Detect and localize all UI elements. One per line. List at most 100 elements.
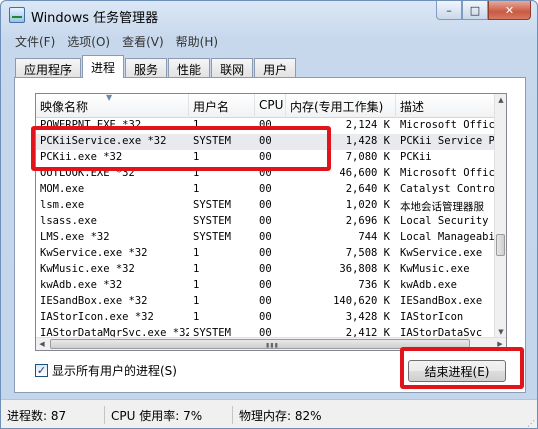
cell-description: Local Security bbox=[400, 215, 489, 227]
tab-processes[interactable]: 进程 bbox=[82, 55, 125, 78]
table-row[interactable]: IESandBox.exe *32 1 00 140,620 K IESandBox.e… bbox=[36, 294, 496, 310]
vertical-scroll-thumb[interactable] bbox=[496, 234, 505, 256]
cell-cpu: 00 bbox=[259, 199, 272, 211]
status-process-count: 进程数: 87 bbox=[1, 406, 105, 424]
menu-help[interactable]: 帮助(H) bbox=[170, 31, 224, 51]
tab-services[interactable]: 服务 bbox=[125, 58, 168, 78]
cell-user-name: 1 bbox=[193, 311, 200, 323]
scroll-up-icon[interactable]: ▲ bbox=[495, 94, 506, 106]
column-cpu[interactable]: CPU bbox=[255, 94, 286, 118]
status-cpu-usage: CPU 使用率: 7% bbox=[105, 406, 233, 424]
table-row[interactable]: MOM.exe 1 00 2,640 K Catalyst Contro bbox=[36, 182, 496, 198]
cell-memory: 2,696 K bbox=[345, 215, 390, 227]
cell-user-name: 1 bbox=[193, 279, 200, 291]
cell-cpu: 00 bbox=[259, 311, 272, 323]
cell-description: PCKii bbox=[400, 151, 432, 163]
table-row[interactable]: KwMusic.exe *32 1 00 36,808 K KwMusic.exe bbox=[36, 262, 496, 278]
task-manager-window: Windows 任务管理器 – □ ✕ 文件(F) 选项(O) 查看(V) 帮助… bbox=[0, 0, 538, 429]
table-row[interactable]: IAStorIcon.exe *32 1 00 3,428 K IAStorIcon bbox=[36, 310, 496, 326]
vertical-scrollbar[interactable]: ▲ ▼ bbox=[494, 94, 506, 338]
tab-applications[interactable]: 应用程序 bbox=[15, 58, 82, 78]
menu-options[interactable]: 选项(O) bbox=[61, 31, 116, 51]
column-image-name-label: 映像名称 bbox=[40, 100, 89, 114]
cell-memory: 1,020 K bbox=[345, 199, 390, 211]
cell-cpu: 00 bbox=[259, 231, 272, 243]
cell-image-name: KwService.exe *32 bbox=[40, 247, 148, 259]
status-bar: 进程数: 87 CPU 使用率: 7% 物理内存: 82% ⋰ bbox=[1, 399, 537, 428]
maximize-button[interactable]: □ bbox=[462, 1, 488, 20]
sort-arrow-icon: ▼ bbox=[106, 94, 113, 102]
tab-users[interactable]: 用户 bbox=[254, 58, 297, 78]
window-title: Windows 任务管理器 bbox=[31, 11, 159, 26]
cell-user-name: 1 bbox=[193, 247, 200, 259]
menu-file[interactable]: 文件(F) bbox=[9, 31, 61, 51]
cell-description: Microsoft Offic bbox=[400, 119, 495, 131]
table-row[interactable]: KwService.exe *32 1 00 7,508 K KwService.exe bbox=[36, 246, 496, 262]
cell-description: IESandBox.exe bbox=[400, 295, 483, 307]
cell-image-name: kwAdb.exe *32 bbox=[40, 279, 123, 291]
cell-description: Catalyst Contro bbox=[400, 183, 495, 195]
scroll-left-icon[interactable]: ◀ bbox=[36, 338, 48, 350]
column-user-name[interactable]: 用户名 bbox=[189, 94, 255, 118]
cell-user-name: 1 bbox=[193, 263, 200, 275]
table-row[interactable]: lsm.exe SYSTEM 00 1,020 K 本地会话管理器服 bbox=[36, 198, 496, 214]
window-controls: – □ ✕ bbox=[436, 1, 531, 21]
tab-strip: 应用程序 进程 服务 性能 联网 用户 bbox=[15, 55, 297, 78]
cell-cpu: 00 bbox=[259, 263, 272, 275]
minimize-button[interactable]: – bbox=[436, 1, 462, 20]
cell-image-name: IAStorIcon.exe *32 bbox=[40, 311, 154, 323]
menu-view[interactable]: 查看(V) bbox=[116, 31, 170, 51]
task-manager-icon bbox=[9, 7, 25, 23]
tab-networking[interactable]: 联网 bbox=[211, 58, 254, 78]
cell-image-name: lsm.exe bbox=[40, 199, 85, 211]
show-all-users-checkbox[interactable]: ✓ bbox=[35, 364, 48, 377]
cell-image-name: lsass.exe bbox=[40, 215, 97, 227]
cell-memory: 736 K bbox=[358, 279, 390, 291]
cell-memory: 140,620 K bbox=[333, 295, 390, 307]
cell-user-name: SYSTEM bbox=[193, 215, 231, 227]
cell-cpu: 00 bbox=[259, 247, 272, 259]
cell-image-name: KwMusic.exe *32 bbox=[40, 263, 135, 275]
table-row[interactable]: lsass.exe SYSTEM 00 2,696 K Local Security bbox=[36, 214, 496, 230]
table-header: ▼ 映像名称 用户名 CPU 内存(专用工作集) 描述 bbox=[36, 94, 496, 118]
cell-cpu: 00 bbox=[259, 183, 272, 195]
cell-description: 本地会话管理器服 bbox=[400, 201, 484, 213]
status-physical-memory: 物理内存: 82% bbox=[239, 409, 322, 423]
cell-cpu: 00 bbox=[259, 295, 272, 307]
cell-description: Microsoft Offic bbox=[400, 167, 495, 179]
cell-user-name: 1 bbox=[193, 295, 200, 307]
cell-memory: 7,508 K bbox=[345, 247, 390, 259]
cell-description: KwService.exe bbox=[400, 247, 483, 259]
cell-image-name: LMS.exe *32 bbox=[40, 231, 110, 243]
title-bar[interactable]: Windows 任务管理器 – □ ✕ bbox=[1, 1, 537, 31]
menu-bar: 文件(F) 选项(O) 查看(V) 帮助(H) bbox=[9, 31, 224, 51]
cell-user-name: SYSTEM bbox=[193, 231, 231, 243]
close-button[interactable]: ✕ bbox=[488, 1, 531, 20]
table-row[interactable]: LMS.exe *32 SYSTEM 00 744 K Local Manageabi bbox=[36, 230, 496, 246]
cell-memory: 36,808 K bbox=[339, 263, 390, 275]
processes-panel: ▼ 映像名称 用户名 CPU 内存(专用工作集) 描述 POWERPNT.EXE… bbox=[14, 77, 526, 393]
highlight-box-processes bbox=[31, 126, 331, 171]
cell-user-name: 1 bbox=[193, 183, 200, 195]
cell-user-name: SYSTEM bbox=[193, 199, 231, 211]
cell-cpu: 00 bbox=[259, 279, 272, 291]
cell-image-name: IESandBox.exe *32 bbox=[40, 295, 148, 307]
cell-cpu: 00 bbox=[259, 215, 272, 227]
show-all-users-option[interactable]: ✓ 显示所有用户的进程(S) bbox=[35, 362, 177, 379]
tab-performance[interactable]: 性能 bbox=[168, 58, 211, 78]
column-image-name[interactable]: ▼ 映像名称 bbox=[36, 94, 189, 118]
cell-description: PCKii Service P bbox=[400, 135, 495, 147]
scroll-grip-icon: ▮▮▮ bbox=[266, 342, 279, 349]
cell-memory: 2,640 K bbox=[345, 183, 390, 195]
cell-description: kwAdb.exe bbox=[400, 279, 457, 291]
cell-description: KwMusic.exe bbox=[400, 263, 470, 275]
cell-description: IAStorIcon bbox=[400, 311, 464, 323]
highlight-box-end-button bbox=[400, 347, 524, 389]
resize-grip-icon[interactable]: ⋰ bbox=[527, 419, 535, 428]
cell-memory: 744 K bbox=[358, 231, 390, 243]
column-memory[interactable]: 内存(专用工作集) bbox=[286, 94, 396, 118]
show-all-users-label: 显示所有用户的进程(S) bbox=[52, 364, 177, 378]
cell-description: Local Manageabi bbox=[400, 231, 495, 243]
table-row[interactable]: kwAdb.exe *32 1 00 736 K kwAdb.exe bbox=[36, 278, 496, 294]
column-description[interactable]: 描述 bbox=[396, 94, 496, 118]
